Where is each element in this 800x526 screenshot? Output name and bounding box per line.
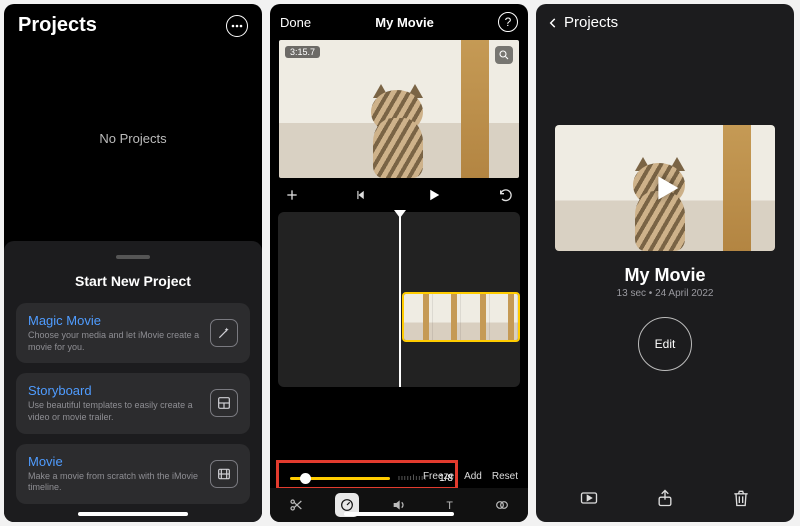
add-button[interactable]: Add <box>464 471 482 482</box>
playhead[interactable] <box>399 212 401 387</box>
option-label: Magic Movie <box>28 313 200 328</box>
prev-button[interactable] <box>355 188 369 202</box>
back-label: Projects <box>564 14 618 31</box>
chevron-left-icon <box>546 16 560 30</box>
more-icon <box>231 24 243 28</box>
more-button[interactable] <box>226 15 248 37</box>
project-detail-screen: Projects My Movie 13 sec • 24 April 2022… <box>536 4 794 522</box>
option-sub: Make a movie from scratch with the iMovi… <box>28 471 200 494</box>
scissors-icon <box>288 497 304 513</box>
delete-button[interactable] <box>731 488 751 508</box>
sheet-title: Start New Project <box>16 273 250 289</box>
text-icon: T <box>443 497 459 513</box>
overlap-circles-icon <box>494 497 510 513</box>
svg-text:T: T <box>446 500 453 512</box>
movie-meta: 13 sec • 24 April 2022 <box>536 288 794 299</box>
option-sub: Choose your media and let iMovie create … <box>28 330 200 353</box>
option-movie[interactable]: Movie Make a movie from scratch with the… <box>16 444 250 504</box>
skip-back-icon <box>355 188 369 202</box>
wand-sparkles-icon <box>210 319 238 347</box>
sheet-handle[interactable] <box>116 255 150 259</box>
share-icon <box>655 488 675 508</box>
project-thumbnail[interactable] <box>555 125 775 251</box>
projects-screen: Projects No Projects Start New Project M… <box>4 4 262 522</box>
filters-tool[interactable] <box>490 493 514 517</box>
play-icon <box>645 168 685 208</box>
home-indicator[interactable] <box>78 512 188 516</box>
magnifier-icon <box>498 49 510 61</box>
play-rect-icon <box>579 488 599 508</box>
undo-icon <box>498 187 514 203</box>
option-label: Movie <box>28 454 200 469</box>
movie-title: My Movie <box>375 15 434 30</box>
speedometer-icon <box>339 497 355 513</box>
help-icon: ? <box>505 15 512 29</box>
trash-icon <box>731 488 751 508</box>
empty-state: No Projects <box>4 43 262 233</box>
option-label: Storyboard <box>28 383 200 398</box>
layout-panel-icon <box>210 389 238 417</box>
back-button[interactable]: Projects <box>536 4 794 31</box>
undo-button[interactable] <box>498 187 514 203</box>
play-video-button[interactable] <box>579 488 599 508</box>
page-title: Projects <box>18 14 97 37</box>
timeline[interactable]: T <box>278 212 520 387</box>
timeline-clip[interactable]: T <box>402 292 520 342</box>
reset-button[interactable]: Reset <box>492 471 518 482</box>
option-magic-movie[interactable]: Magic Movie Choose your media and let iM… <box>16 303 250 363</box>
home-indicator[interactable] <box>344 512 454 516</box>
video-preview[interactable]: 3:15.7 <box>279 40 519 178</box>
speed-slider[interactable] <box>290 477 390 480</box>
add-media-button[interactable] <box>284 187 300 203</box>
movie-title: My Movie <box>536 265 794 286</box>
clip-time-badge: 3:15.7 <box>285 46 320 58</box>
zoom-button[interactable] <box>495 46 513 64</box>
editor-screen: Done My Movie ? 3:15.7 T ııııılıııı 1/8 <box>270 4 528 522</box>
film-icon <box>210 460 238 488</box>
trim-tool[interactable] <box>284 493 308 517</box>
plus-icon <box>284 187 300 203</box>
option-sub: Use beautiful templates to easily create… <box>28 400 200 423</box>
share-button[interactable] <box>655 488 675 508</box>
help-button[interactable]: ? <box>498 12 518 32</box>
play-icon <box>425 186 443 204</box>
speaker-icon <box>391 497 407 513</box>
play-button[interactable] <box>425 186 443 204</box>
option-storyboard[interactable]: Storyboard Use beautiful templates to ea… <box>16 373 250 433</box>
done-button[interactable]: Done <box>280 15 311 30</box>
edit-button[interactable]: Edit <box>638 317 692 371</box>
new-project-sheet: Start New Project Magic Movie Choose you… <box>4 241 262 522</box>
freeze-button[interactable]: Freeze <box>423 471 454 482</box>
play-overlay[interactable] <box>555 125 775 251</box>
